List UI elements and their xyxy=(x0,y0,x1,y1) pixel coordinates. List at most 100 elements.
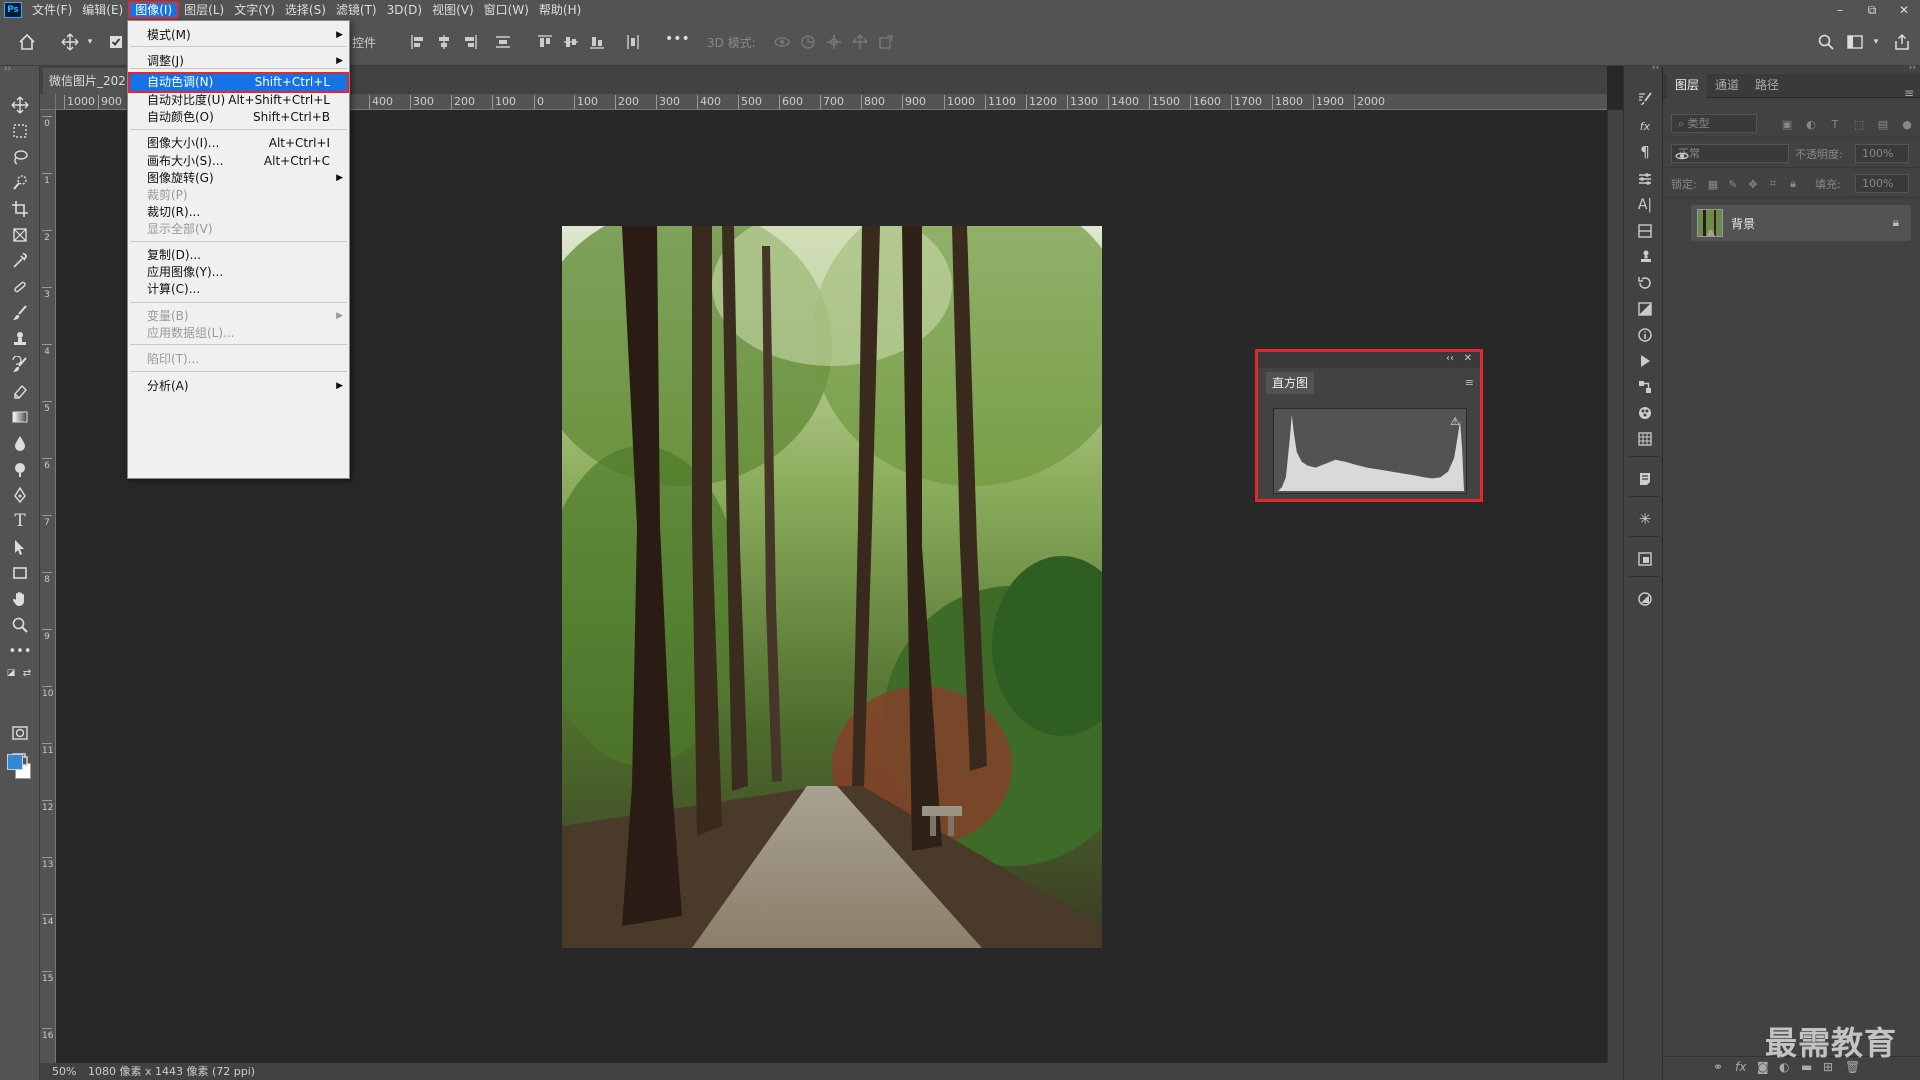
history-icon[interactable] xyxy=(1634,272,1656,294)
lock-position-icon[interactable]: ✥ xyxy=(1745,176,1761,192)
restore-button[interactable]: ⧉ xyxy=(1856,0,1888,20)
3d-scale-icon[interactable] xyxy=(876,32,896,52)
brush-tool-icon[interactable] xyxy=(8,302,32,324)
crop-tool-icon[interactable] xyxy=(8,198,32,220)
path-selection-tool-icon[interactable] xyxy=(8,536,32,558)
filter-adjustment-icon[interactable]: ◐ xyxy=(1803,116,1819,132)
close-panel-icon[interactable]: ✕ xyxy=(1464,353,1472,364)
layer-filter-select[interactable]: ⌕ 类型 xyxy=(1671,114,1757,133)
image-menu-item[interactable]: 模式(M) ▶ xyxy=(128,25,349,46)
menu-type[interactable]: 文字(Y) xyxy=(229,1,280,19)
close-button[interactable]: ✕ xyxy=(1888,0,1920,20)
chevron-down-icon[interactable]: ▾ xyxy=(1866,32,1886,52)
swap-colors-icon[interactable]: ⇄ xyxy=(20,666,34,680)
color-icon[interactable] xyxy=(1634,402,1656,424)
menu-help[interactable]: 帮助(H) xyxy=(534,1,586,19)
move-tool-icon[interactable] xyxy=(8,94,32,116)
3d-pan-icon[interactable] xyxy=(824,32,844,52)
more-options-button[interactable]: ••• xyxy=(665,31,690,47)
type-tool-icon[interactable]: T xyxy=(8,510,32,532)
styles-fx-icon[interactable]: fx xyxy=(1634,115,1656,137)
align-left-icon[interactable] xyxy=(408,32,428,52)
quick-mask-icon[interactable] xyxy=(8,722,32,744)
menu-view[interactable]: 视图(V) xyxy=(427,1,479,19)
zoom-level[interactable]: 50% xyxy=(52,1063,76,1080)
align-center-icon[interactable] xyxy=(434,32,454,52)
pen-tool-icon[interactable] xyxy=(8,484,32,506)
lock-artboard-icon[interactable]: ⌗ xyxy=(1765,176,1781,192)
rectangle-tool-icon[interactable] xyxy=(8,562,32,584)
menu-filter[interactable]: 滤镜(T) xyxy=(331,1,382,19)
collapse-arrows-icon[interactable]: ›› xyxy=(1909,63,1916,73)
3d-slide-icon[interactable] xyxy=(850,32,870,52)
filter-pixel-icon[interactable]: ▣ xyxy=(1779,116,1795,132)
brush-settings-icon[interactable] xyxy=(1634,88,1656,110)
healing-brush-tool-icon[interactable] xyxy=(8,276,32,298)
opacity-input[interactable]: 100% xyxy=(1855,144,1909,163)
lasso-tool-icon[interactable] xyxy=(8,146,32,168)
filter-toggle-icon[interactable]: ● xyxy=(1899,116,1915,132)
layer-style-fx-icon[interactable]: fx xyxy=(1735,1060,1746,1074)
fill-input[interactable]: 100% xyxy=(1855,174,1909,193)
workspace-icon[interactable] xyxy=(1845,32,1865,52)
lock-all-icon[interactable]: 🔒︎ xyxy=(1785,176,1801,192)
actions-play-icon[interactable] xyxy=(1634,350,1656,372)
tab-paths[interactable]: 路径 xyxy=(1747,74,1787,98)
document-info[interactable]: 1080 像素 x 1443 像素 (72 ppi) xyxy=(88,1063,255,1080)
menu-edit[interactable]: 编辑(E) xyxy=(77,1,128,19)
default-colors-icon[interactable]: ◪ xyxy=(4,666,18,680)
align-bottom-icon[interactable] xyxy=(587,32,607,52)
libraries-icon[interactable] xyxy=(1634,220,1656,242)
chevron-down-icon[interactable]: ▾ xyxy=(80,32,100,52)
distribute-vertical-icon[interactable] xyxy=(623,32,643,52)
adjustments-icon[interactable] xyxy=(1634,298,1656,320)
quick-selection-tool-icon[interactable] xyxy=(8,172,32,194)
zoom-tool-icon[interactable] xyxy=(8,614,32,636)
clone-stamp-tool-icon[interactable] xyxy=(8,328,32,350)
cache-warning-icon[interactable]: ⚠ xyxy=(1450,415,1460,428)
image-menu-item[interactable]: 自动颜色(O) Shift+Ctrl+B xyxy=(128,107,349,128)
image-menu-item[interactable]: 调整(J) ▶ xyxy=(128,51,349,72)
marquee-tool-icon[interactable] xyxy=(8,120,32,142)
properties-icon[interactable] xyxy=(1634,168,1656,190)
eyedropper-tool-icon[interactable] xyxy=(8,250,32,272)
blur-tool-icon[interactable] xyxy=(8,432,32,454)
swatches-icon[interactable] xyxy=(1634,376,1656,398)
layer-visibility-eye-icon[interactable] xyxy=(1674,148,1690,164)
tab-channels[interactable]: 通道 xyxy=(1707,74,1747,98)
image-menu-item[interactable]: 分析(A) ▶ xyxy=(128,376,349,397)
collapse-arrows-icon[interactable]: ›› xyxy=(4,64,11,74)
gradient-tool-icon[interactable] xyxy=(8,406,32,428)
align-top-icon[interactable] xyxy=(535,32,555,52)
history-brush-tool-icon[interactable] xyxy=(8,354,32,376)
image-menu-item[interactable]: 计算(C)... xyxy=(128,279,349,300)
layer-lock-icon[interactable]: 🔒︎ xyxy=(1893,215,1899,230)
align-right-icon[interactable] xyxy=(460,32,480,52)
character-icon[interactable]: A| xyxy=(1634,194,1656,216)
align-middle-icon[interactable] xyxy=(561,32,581,52)
dodge-tool-icon[interactable] xyxy=(8,458,32,480)
search-icon[interactable] xyxy=(1816,32,1836,52)
filter-type-icon[interactable]: T xyxy=(1827,116,1843,132)
link-layers-icon[interactable]: ⚭ xyxy=(1713,1060,1723,1074)
move-tool-icon[interactable] xyxy=(60,32,80,52)
auto-select-checkbox[interactable] xyxy=(106,32,126,52)
filter-smart-object-icon[interactable]: ▤ xyxy=(1875,116,1891,132)
menu-window[interactable]: 窗口(W) xyxy=(479,1,534,19)
3d-roll-icon[interactable] xyxy=(798,32,818,52)
light-icon[interactable]: ✳ xyxy=(1634,508,1656,530)
histogram-dock-icon[interactable] xyxy=(1634,588,1656,610)
3d-orbit-icon[interactable] xyxy=(772,32,792,52)
hand-tool-icon[interactable] xyxy=(8,588,32,610)
share-icon[interactable] xyxy=(1892,32,1912,52)
foreground-color-swatch[interactable] xyxy=(7,754,23,770)
clone-source-icon[interactable] xyxy=(1634,246,1656,268)
frame-tool-icon[interactable] xyxy=(8,224,32,246)
paragraph-icon[interactable]: ¶ xyxy=(1634,141,1656,163)
eraser-tool-icon[interactable] xyxy=(8,380,32,402)
lock-transparent-icon[interactable]: ▦ xyxy=(1705,176,1721,192)
vertical-scrollbar[interactable] xyxy=(1607,110,1623,1063)
document-tab[interactable]: 微信图片_202 xyxy=(43,68,133,94)
grid-table-icon[interactable] xyxy=(1634,428,1656,450)
layer-row-background[interactable]: 背景 🔒︎ xyxy=(1691,205,1911,241)
